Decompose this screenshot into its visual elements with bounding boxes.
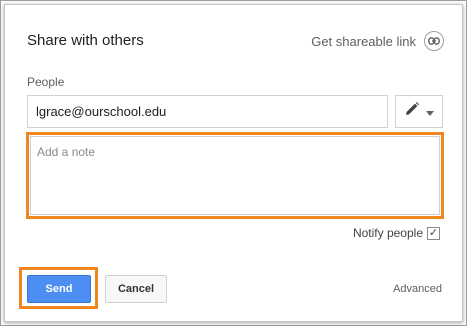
email-value: lgrace@ourschool.edu	[36, 104, 167, 119]
people-label: People	[27, 75, 65, 89]
caret-down-icon	[426, 103, 434, 121]
add-note-field[interactable]: Add a note	[30, 136, 440, 215]
notify-label: Notify people	[352, 226, 423, 240]
share-dialog: Share with others Get shareable link Peo…	[4, 4, 463, 322]
people-input[interactable]: lgrace@ourschool.edu	[27, 95, 388, 128]
permission-dropdown-button[interactable]	[395, 95, 443, 128]
cancel-button[interactable]: Cancel	[105, 275, 167, 303]
get-shareable-link[interactable]: Get shareable link	[311, 31, 444, 51]
shareable-link-label: Get shareable link	[311, 33, 416, 49]
advanced-link[interactable]: Advanced	[393, 283, 442, 295]
notify-checkbox[interactable]: ✓	[427, 226, 440, 240]
checkmark-icon: ✓	[428, 226, 439, 239]
dialog-title: Share with others	[27, 32, 144, 49]
pencil-icon	[404, 101, 420, 122]
send-button[interactable]: Send	[27, 275, 91, 303]
note-placeholder: Add a note	[37, 145, 96, 159]
link-icon[interactable]	[424, 31, 444, 51]
notify-people-option[interactable]: Notify people ✓	[353, 226, 440, 240]
